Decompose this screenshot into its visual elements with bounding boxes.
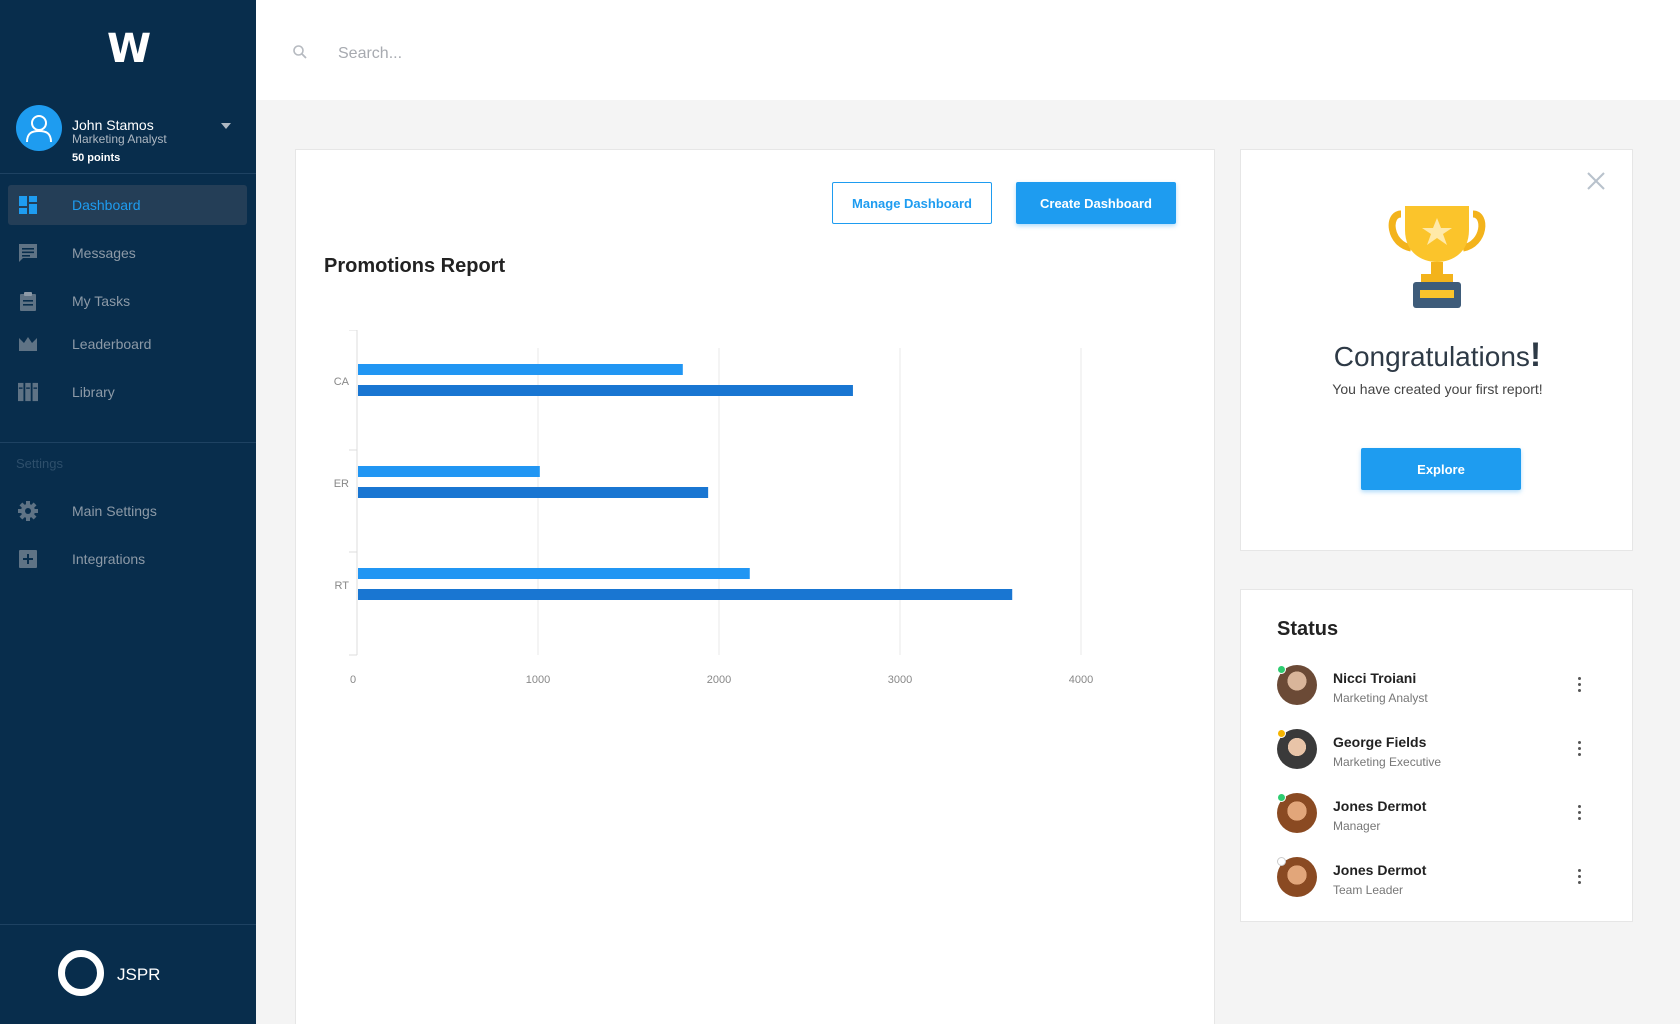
more-options-icon[interactable] (1573, 867, 1585, 887)
user-profile[interactable]: John Stamos Marketing Analyst 50 points (16, 105, 246, 165)
brand-name: JSPR (117, 965, 161, 984)
status-indicator (1277, 857, 1286, 866)
divider (0, 924, 256, 925)
sidebar: W John Stamos Marketing Analyst 50 point… (0, 0, 256, 1024)
status-name: George Fields (1333, 734, 1427, 750)
bar (358, 364, 683, 375)
message-icon (19, 244, 37, 262)
crown-icon (19, 337, 37, 351)
status-indicator (1277, 665, 1286, 674)
gear-icon (18, 501, 38, 521)
manage-dashboard-button[interactable]: Manage Dashboard (832, 182, 992, 224)
x-tick-label: 4000 (1069, 674, 1093, 686)
congrats-title-text: Congratulations (1333, 341, 1530, 372)
status-row[interactable]: George Fields Marketing Executive (1277, 729, 1597, 773)
divider (0, 173, 256, 174)
clipboard-icon (20, 292, 36, 311)
more-options-icon[interactable] (1573, 675, 1585, 695)
sidebar-item-my-tasks[interactable]: My Tasks (8, 281, 247, 321)
create-dashboard-button[interactable]: Create Dashboard (1016, 182, 1176, 224)
sidebar-item-leaderboard[interactable]: Leaderboard (8, 324, 247, 364)
sidebar-item-main-settings[interactable]: Main Settings (8, 491, 247, 531)
congrats-card: Congratulations! You have created your f… (1240, 149, 1633, 551)
congrats-subtitle: You have created your first report! (1332, 381, 1543, 397)
status-indicator (1277, 793, 1286, 802)
sidebar-item-messages[interactable]: Messages (8, 233, 247, 273)
y-tick-label: CA (334, 376, 350, 388)
app-logo[interactable]: W (0, 26, 256, 72)
bar (358, 487, 709, 498)
status-title: Status (1277, 618, 1339, 640)
close-icon[interactable] (1587, 172, 1605, 190)
status-role: Team Leader (1333, 883, 1404, 897)
sidebar-item-integrations[interactable]: Integrations (8, 539, 247, 579)
status-row[interactable]: Jones Dermot Manager (1277, 793, 1597, 837)
user-icon (26, 115, 52, 143)
explore-button[interactable]: Explore (1361, 448, 1521, 490)
profile-points: 50 points (72, 152, 121, 164)
divider (0, 442, 256, 443)
status-name: Jones Dermot (1333, 862, 1427, 878)
status-role: Manager (1333, 819, 1381, 833)
x-tick-label: 0 (350, 674, 356, 686)
sidebar-item-library[interactable]: Library (8, 372, 247, 412)
report-title: Promotions Report (324, 255, 506, 277)
sidebar-item-label: Leaderboard (72, 336, 152, 352)
report-card: Manage Dashboard Create Dashboard Promot… (295, 149, 1215, 1024)
search-icon (293, 45, 307, 59)
status-row[interactable]: Jones Dermot Team Leader (1277, 857, 1597, 901)
chevron-down-icon[interactable] (221, 123, 231, 129)
brand-logo-icon (58, 950, 104, 996)
bar (358, 589, 1013, 600)
status-card: Status Nicci Troiani Marketing Analyst G… (1240, 589, 1633, 922)
sidebar-item-label: Messages (72, 245, 136, 261)
bar (358, 466, 540, 477)
profile-name: John Stamos (72, 117, 154, 133)
status-name: Jones Dermot (1333, 798, 1427, 814)
sidebar-item-label: Library (72, 384, 115, 400)
sidebar-item-label: Main Settings (72, 503, 157, 519)
congrats-title: Congratulations! (1241, 336, 1634, 375)
bar (358, 568, 750, 579)
avatar (16, 105, 62, 151)
sidebar-item-label: My Tasks (72, 293, 131, 309)
x-tick-label: 3000 (888, 674, 912, 686)
status-name: Nicci Troiani (1333, 670, 1417, 686)
profile-role: Marketing Analyst (72, 132, 167, 146)
congrats-title-exclamation: ! (1529, 336, 1542, 374)
trophy-icon (1388, 206, 1486, 308)
brand: JSPR (58, 950, 218, 998)
settings-heading: Settings (16, 456, 63, 471)
search-input[interactable] (338, 40, 838, 68)
plus-box-icon (19, 550, 37, 568)
y-tick-label: RT (335, 580, 350, 592)
topbar (256, 0, 1680, 100)
status-role: Marketing Analyst (1333, 691, 1428, 705)
sidebar-item-label: Dashboard (72, 197, 141, 213)
status-indicator (1277, 729, 1286, 738)
more-options-icon[interactable] (1573, 739, 1585, 759)
dashboard-icon (19, 196, 37, 214)
bar (358, 385, 853, 396)
x-tick-label: 1000 (526, 674, 550, 686)
more-options-icon[interactable] (1573, 803, 1585, 823)
sidebar-item-dashboard[interactable]: Dashboard (8, 185, 247, 225)
sidebar-item-label: Integrations (72, 551, 146, 567)
status-role: Marketing Executive (1333, 755, 1442, 769)
x-tick-label: 2000 (707, 674, 731, 686)
promotions-bar-chart: 0 1000 2000 3000 4000 CA ER RT (334, 330, 1093, 686)
library-icon (18, 382, 38, 402)
y-tick-label: ER (334, 478, 349, 490)
status-row[interactable]: Nicci Troiani Marketing Analyst (1277, 665, 1597, 709)
